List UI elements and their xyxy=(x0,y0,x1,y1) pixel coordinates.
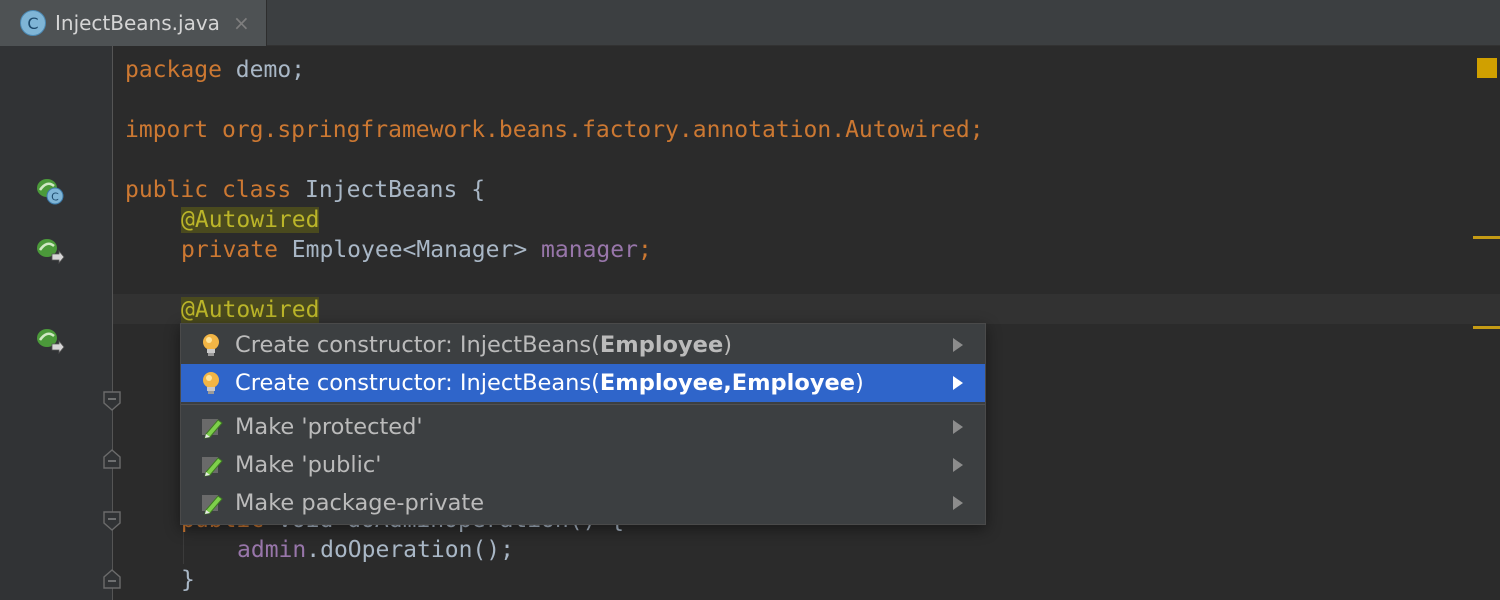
code-line: package demo; xyxy=(125,55,305,85)
fold-marker-icon[interactable] xyxy=(102,390,122,412)
annotation: @Autowired xyxy=(181,297,320,323)
keyword: import xyxy=(125,117,209,143)
tab-injectbeans-java[interactable]: C InjectBeans.java × xyxy=(0,0,267,46)
submenu-arrow-icon xyxy=(953,458,963,472)
spring-autowired-icon[interactable] xyxy=(35,236,65,266)
popup-item-make-package-private[interactable]: Make package-private xyxy=(181,484,985,522)
pencil-icon xyxy=(202,419,223,439)
code-text: .doOperation(); xyxy=(306,537,514,563)
pencil-icon xyxy=(202,495,223,515)
popup-item-create-constructor-employee-employee[interactable]: Create constructor: InjectBeans(Employee… xyxy=(181,364,985,402)
code-text: demo; xyxy=(221,57,306,83)
keyword: private xyxy=(181,237,278,263)
popup-item-label: Make package-private xyxy=(235,490,485,516)
code-line: @Autowired xyxy=(181,205,320,235)
spring-autowired-icon[interactable] xyxy=(35,326,65,356)
popup-item-label: Make 'protected' xyxy=(235,414,423,440)
tab-title: InjectBeans.java xyxy=(55,11,220,35)
lightbulb-icon xyxy=(203,334,219,356)
submenu-arrow-icon xyxy=(953,376,963,390)
close-icon[interactable]: × xyxy=(233,10,250,36)
code-text: ; xyxy=(637,237,652,263)
field-name: manager xyxy=(541,237,638,263)
submenu-arrow-icon xyxy=(953,338,963,352)
lightbulb-icon xyxy=(203,372,219,394)
fold-marker-icon[interactable] xyxy=(102,510,122,532)
warning-stripe-mark[interactable] xyxy=(1473,326,1500,329)
editor-tab-bar: C InjectBeans.java × xyxy=(0,0,1500,46)
code-text: Employee<Manager> xyxy=(277,237,542,263)
code-text: } xyxy=(181,567,195,593)
fold-end-marker-icon[interactable] xyxy=(102,568,122,590)
warning-stripe-mark[interactable] xyxy=(1473,236,1500,239)
current-line-highlight xyxy=(113,294,1500,324)
popup-separator xyxy=(181,404,985,405)
code-text: InjectBeans { xyxy=(291,177,486,203)
warning-status-icon[interactable] xyxy=(1477,58,1497,78)
code-line: } xyxy=(181,565,195,595)
intention-actions-popup: Create constructor: InjectBeans(Employee… xyxy=(180,323,986,525)
indent-guide xyxy=(183,530,184,564)
submenu-arrow-icon xyxy=(953,496,963,510)
spring-bean-class-icon[interactable]: C xyxy=(35,176,65,206)
popup-item-label: Make 'public' xyxy=(235,452,382,478)
pencil-icon xyxy=(202,457,223,477)
code-text: org.springframework.beans.factory.annota… xyxy=(208,117,984,143)
popup-item-create-constructor-employee[interactable]: Create constructor: InjectBeans(Employee… xyxy=(181,326,985,364)
field-name: admin xyxy=(237,537,307,563)
submenu-arrow-icon xyxy=(953,420,963,434)
keyword: package xyxy=(125,57,222,83)
code-line: import org.springframework.beans.factory… xyxy=(125,115,984,145)
code-line: admin.doOperation(); xyxy=(237,535,514,565)
editor-gutter xyxy=(0,46,112,600)
class-icon: C xyxy=(20,10,46,36)
fold-end-marker-icon[interactable] xyxy=(102,448,122,470)
code-line: public class InjectBeans { xyxy=(125,175,485,205)
popup-item-label: Create constructor: InjectBeans(Employee… xyxy=(235,370,864,396)
popup-item-label: Create constructor: InjectBeans(Employee… xyxy=(235,332,732,358)
svg-text:C: C xyxy=(51,191,59,204)
popup-item-make-protected[interactable]: Make 'protected' xyxy=(181,408,985,446)
code-line: private Employee<Manager> manager; xyxy=(181,235,652,265)
keyword: public xyxy=(125,177,209,203)
keyword: class xyxy=(208,177,292,203)
code-line: @Autowired xyxy=(181,295,320,325)
annotation: @Autowired xyxy=(181,207,320,233)
popup-item-make-public[interactable]: Make 'public' xyxy=(181,446,985,484)
